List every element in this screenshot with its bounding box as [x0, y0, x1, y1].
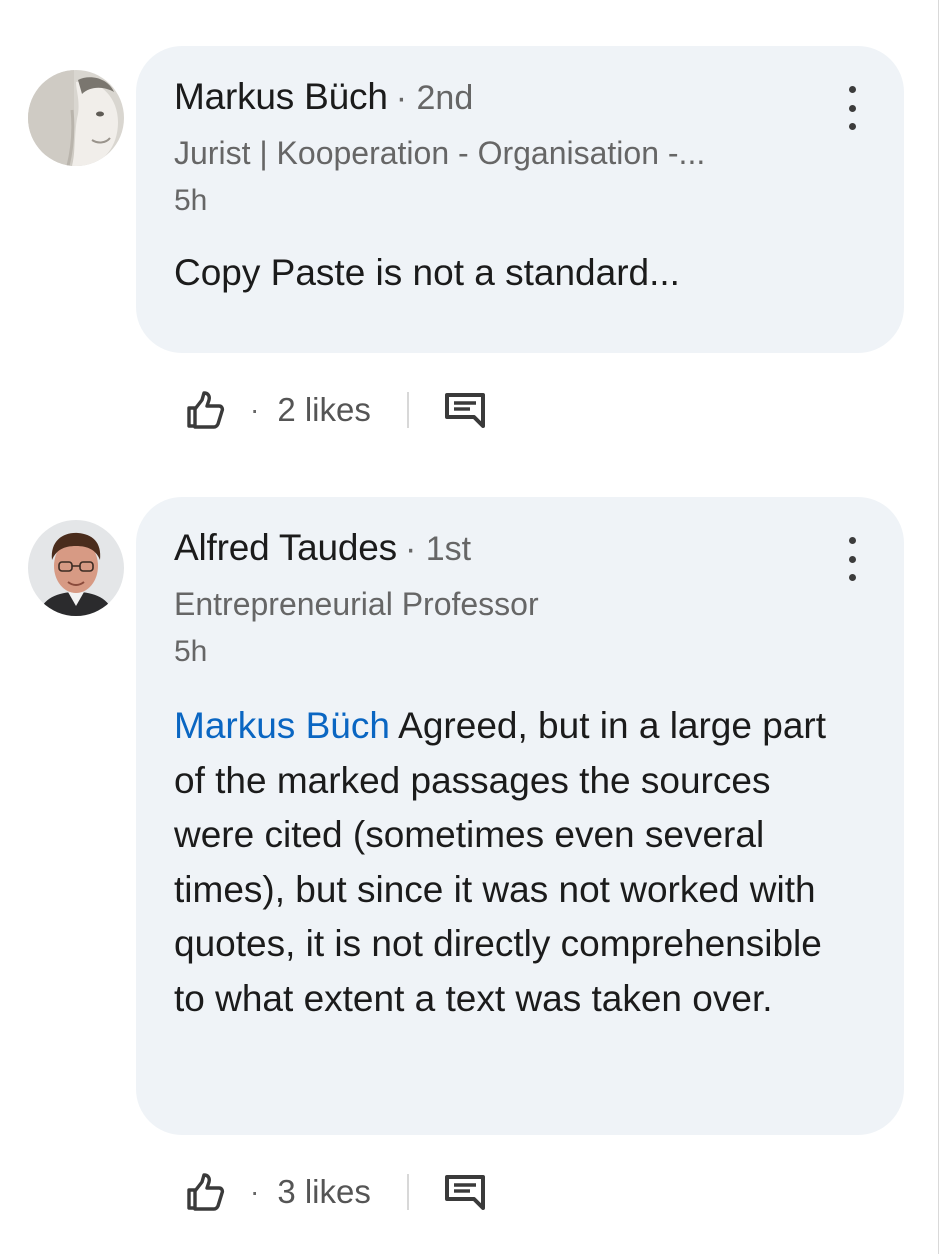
menu-dot	[848, 555, 856, 563]
more-options-button[interactable]	[842, 537, 862, 581]
more-options-button[interactable]	[842, 86, 862, 130]
comment-actions: · 2 likes	[184, 380, 487, 440]
name-row: Alfred Taudes · 1st	[174, 527, 844, 579]
author-name[interactable]: Markus Büch	[174, 76, 388, 118]
menu-dot	[848, 574, 856, 581]
action-divider	[406, 392, 409, 428]
comment-icon	[444, 393, 485, 428]
comment-text: Markus Büch Agreed, but in a large part …	[174, 699, 844, 1026]
comment-body: Agreed, but in a large part of the marke…	[174, 705, 827, 1019]
author-headline: Jurist | Kooperation - Organisation -...	[174, 135, 706, 171]
reply-button[interactable]	[443, 391, 487, 429]
connection-degree: · 1st	[405, 530, 471, 569]
comment-bubble: Markus Büch · 2nd Jurist | Kooperation -…	[136, 46, 904, 353]
comment-bubble: Alfred Taudes · 1st Entrepreneurial Prof…	[136, 497, 904, 1135]
separator: ·	[404, 530, 417, 568]
menu-dot	[848, 123, 856, 130]
like-button[interactable]	[184, 1172, 226, 1212]
separator: ·	[395, 79, 408, 117]
separator: ·	[250, 394, 260, 425]
connection-degree: · 2nd	[396, 79, 474, 118]
reply-button[interactable]	[443, 1173, 487, 1211]
degree-label: 1st	[425, 530, 472, 568]
menu-dot	[848, 104, 856, 112]
name-row: Markus Büch · 2nd	[174, 76, 844, 128]
separator: ·	[250, 1176, 260, 1207]
avatar-photo	[28, 70, 124, 166]
avatar-photo	[28, 520, 124, 616]
likes-count[interactable]: 2 likes	[277, 391, 371, 429]
degree-label: 2nd	[416, 79, 474, 117]
more-vertical-icon	[848, 537, 856, 544]
right-edge-divider	[938, 0, 939, 1254]
thumbs-up-icon	[187, 1173, 225, 1211]
mention-link[interactable]: Markus Büch	[174, 705, 390, 746]
avatar[interactable]	[28, 520, 124, 616]
more-vertical-icon	[848, 86, 856, 93]
comment-icon	[444, 1175, 485, 1210]
comment-timestamp: 5h	[174, 184, 208, 217]
comment-actions: · 3 likes	[184, 1162, 487, 1222]
comment-body: Copy Paste is not a standard...	[174, 252, 680, 293]
avatar[interactable]	[28, 70, 124, 166]
comment-text: Copy Paste is not a standard...	[174, 246, 844, 301]
thumbs-up-icon	[187, 391, 225, 429]
author-headline: Entrepreneurial Professor	[174, 586, 539, 622]
author-name[interactable]: Alfred Taudes	[174, 527, 397, 569]
like-button[interactable]	[184, 390, 226, 430]
action-divider	[406, 1174, 409, 1210]
likes-count[interactable]: 3 likes	[277, 1173, 371, 1211]
comment-timestamp: 5h	[174, 635, 208, 668]
